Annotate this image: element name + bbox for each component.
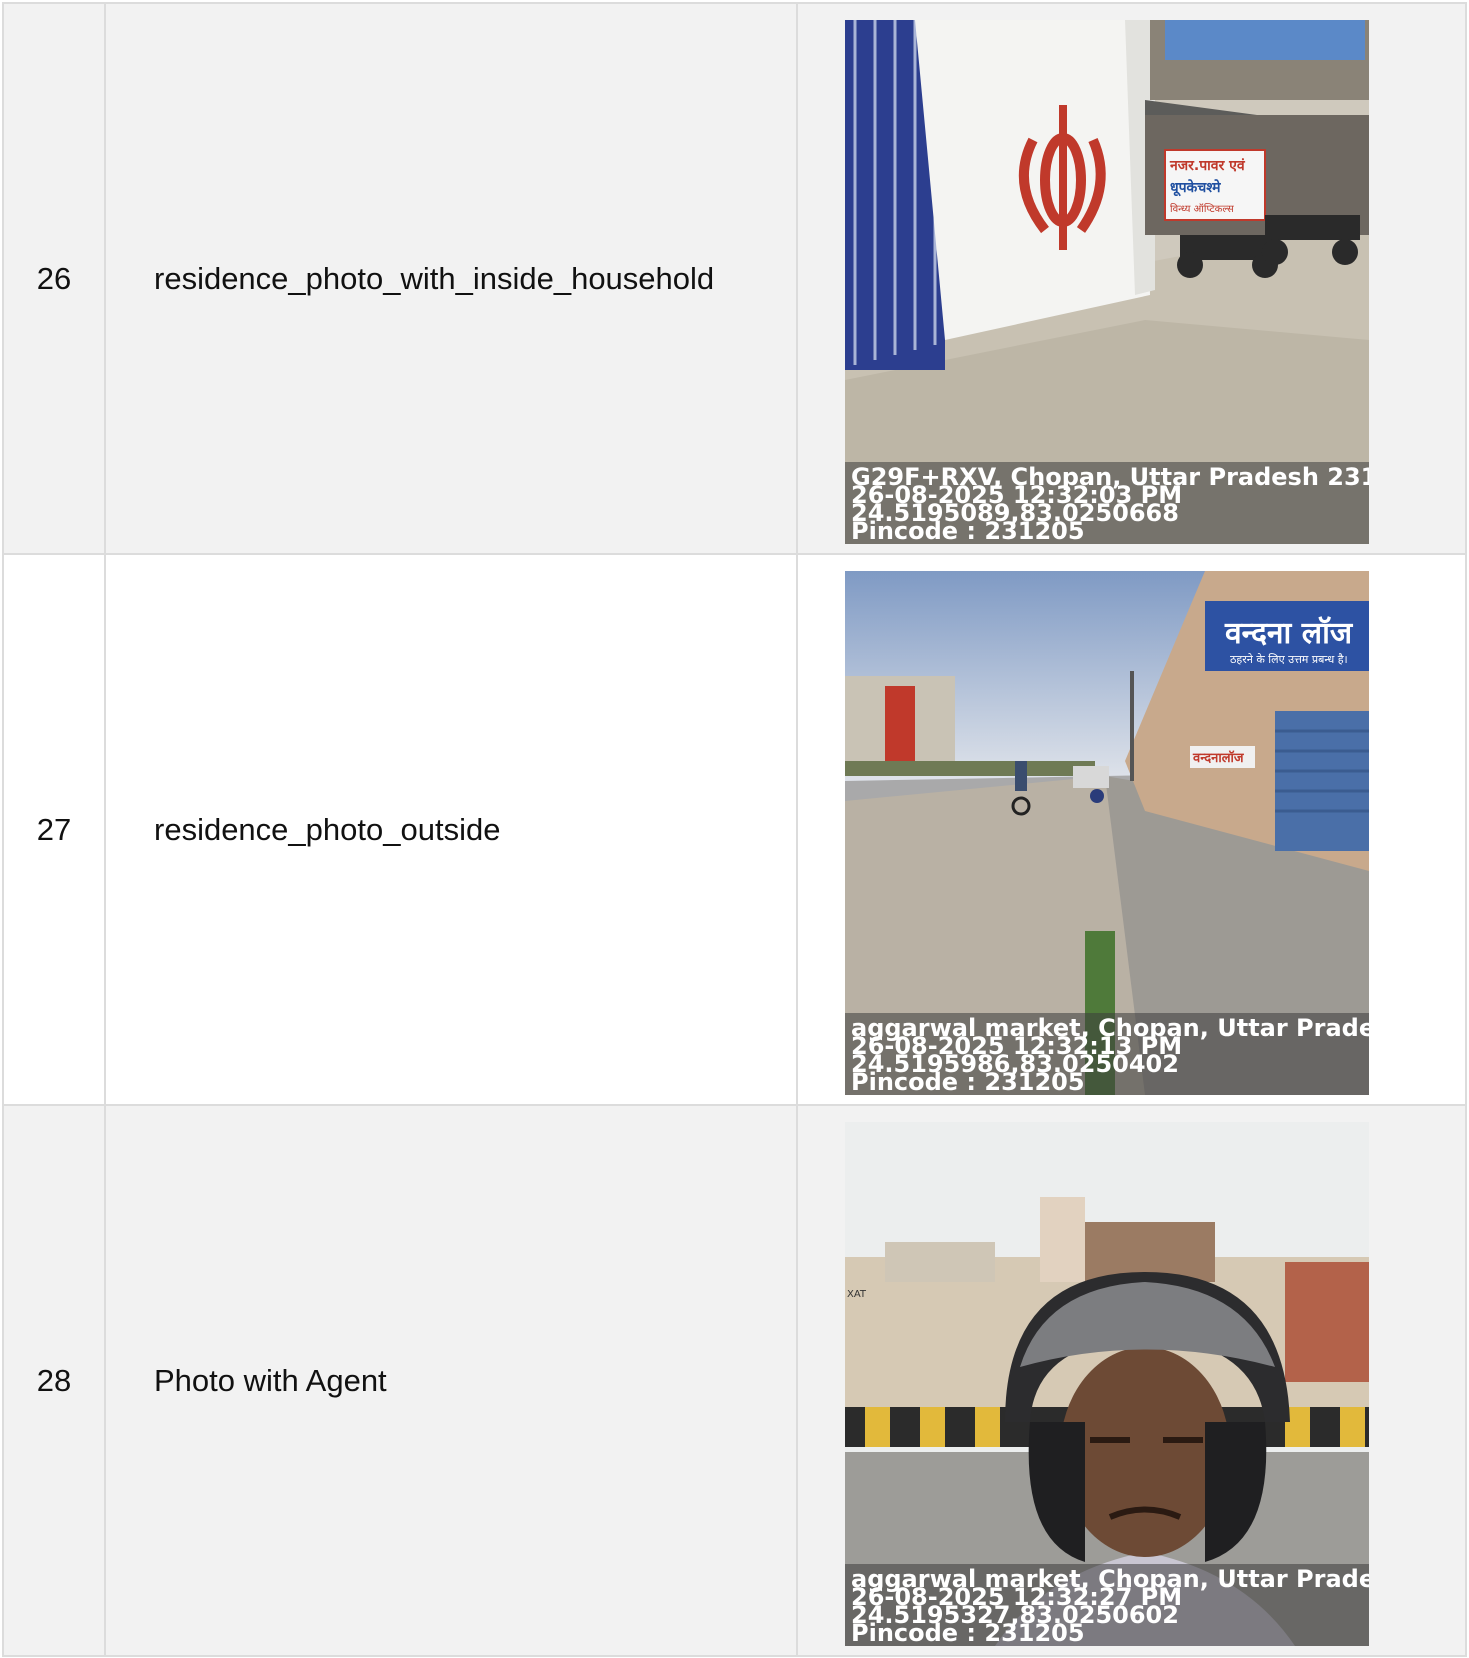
row-number: 27 <box>2 553 106 1106</box>
lodge-sign: वन्दना लॉज <box>1224 616 1354 651</box>
lodge-subtitle: ठहरने के लिए उत्तम प्रबन्ध है। <box>1230 653 1348 666</box>
photo-cell: XAT aggarwal market, Chopan, Uttar Prade… <box>796 1104 1467 1657</box>
row-label: residence_photo_with_inside_household <box>104 2 798 555</box>
shop-sign-line-2: धूपकेचश्मे <box>1170 179 1221 197</box>
building-sign: XAT <box>847 1289 867 1300</box>
residence-outside-photo[interactable]: वन्दना लॉज ठहरने के लिए उत्तम प्रबन्ध है… <box>845 571 1369 1095</box>
geo-stamp: aggarwal market, Chopan, Uttar Pradesh 2… <box>845 1564 1369 1646</box>
row-label: Photo with Agent <box>104 1104 798 1657</box>
residence-inside-photo[interactable]: नजर.पावर एवं धूपकेचश्मे विन्ध्य ऑप्टिकल्… <box>845 20 1369 544</box>
table-row: 26 residence_photo_with_inside_household <box>2 2 1467 555</box>
table-row: 28 Photo with Agent XAT aggarwal market,… <box>2 1104 1467 1657</box>
table-row: 27 residence_photo_outside वन्दना लॉज ठह… <box>2 553 1467 1106</box>
geo-stamp: G29F+RXV, Chopan, Uttar Pradesh 231205, … <box>845 462 1369 544</box>
lodge-small-sign: वन्दनालॉज <box>1192 750 1245 766</box>
shop-sign-line-1: नजर.पावर एवं <box>1169 158 1246 174</box>
photo-cell: वन्दना लॉज ठहरने के लिए उत्तम प्रबन्ध है… <box>796 553 1467 1106</box>
shop-sign-line-3: विन्ध्य ऑप्टिकल्स <box>1170 203 1234 215</box>
row-label: residence_photo_outside <box>104 553 798 1106</box>
photo-table: 26 residence_photo_with_inside_household <box>2 2 1467 1657</box>
geo-stamp: aggarwal market, Chopan, Uttar Pradesh 2… <box>845 1013 1369 1095</box>
photo-cell: नजर.पावर एवं धूपकेचश्मे विन्ध्य ऑप्टिकल्… <box>796 2 1467 555</box>
row-number: 26 <box>2 2 106 555</box>
row-number: 28 <box>2 1104 106 1657</box>
agent-selfie-photo[interactable]: XAT aggarwal market, Chopan, Uttar Prade… <box>845 1122 1369 1646</box>
